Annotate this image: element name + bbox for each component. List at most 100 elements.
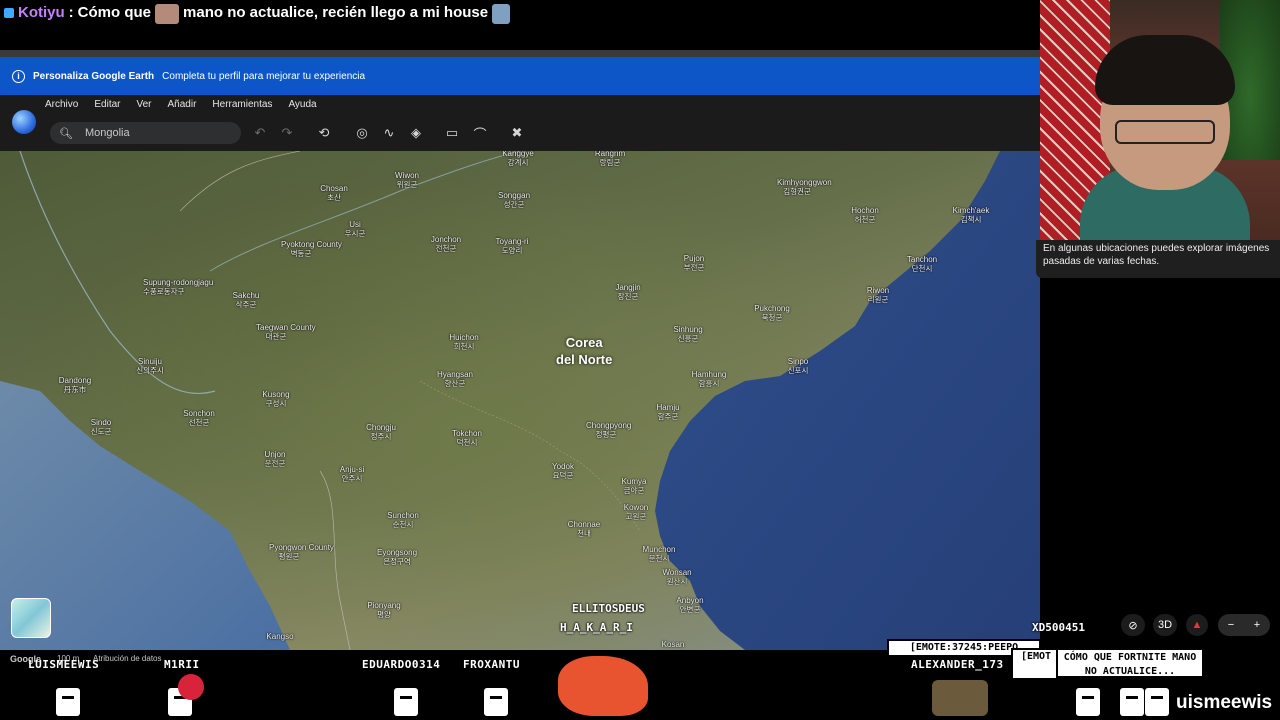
place-label: Toyang-ri 도양리 bbox=[492, 237, 532, 255]
place-label: Sinhung 신흥군 bbox=[668, 325, 708, 343]
map-layers-button[interactable] bbox=[11, 598, 51, 638]
place-name: Kusong bbox=[262, 390, 290, 399]
place-label: Chongju 정주시 bbox=[361, 423, 401, 441]
chat-message-top: Kotiyu : Cómo que mano no actualice, rec… bbox=[0, 0, 1040, 50]
chat-emote-icon bbox=[155, 4, 180, 24]
chart-icon[interactable]: ⌒ bbox=[469, 122, 491, 144]
place-name: Hamhung bbox=[691, 370, 727, 379]
place-label: Pukchong 북청군 bbox=[752, 304, 792, 322]
place-name-korean: 삭주군 bbox=[235, 300, 257, 309]
chat-name-1: LUISMEEWIS bbox=[28, 658, 100, 671]
place-label: Pionyang 평양 bbox=[364, 601, 404, 619]
chat-message-text-2: mano no actualice, recién llego a mi hou… bbox=[183, 4, 489, 21]
place-name: Wonsan bbox=[662, 568, 692, 577]
window-top-strip bbox=[0, 50, 1040, 57]
place-label: Sinuiju 신의주시 bbox=[130, 357, 170, 375]
place-label: Kusong 구성시 bbox=[256, 390, 296, 408]
place-name: Toyang-ri bbox=[495, 237, 529, 246]
search-box[interactable]: 🔍︎ bbox=[50, 122, 241, 144]
place-name: Chonnae bbox=[567, 520, 601, 529]
3d-toggle-button[interactable]: 3D bbox=[1153, 614, 1177, 636]
visibility-toggle-icon[interactable]: ⊘ bbox=[1121, 614, 1145, 636]
place-name: Chosan bbox=[320, 184, 348, 193]
chat-name-8: ALEXANDER_173 bbox=[911, 658, 1004, 671]
chat-avatar bbox=[394, 688, 418, 716]
place-name: Pyoktong County bbox=[281, 240, 342, 249]
historical-imagery-tooltip: En algunas ubicaciones puedes explorar i… bbox=[1036, 240, 1280, 278]
menu-herramientas[interactable]: Herramientas bbox=[212, 99, 272, 110]
place-label: Songgan 성간군 bbox=[494, 191, 534, 209]
place-name-korean: 성간군 bbox=[503, 200, 525, 209]
layers-add-icon[interactable]: ◈ bbox=[405, 122, 427, 144]
menu-anadir[interactable]: Añadir bbox=[168, 99, 197, 110]
place-name-korean: 수풍로동자구 bbox=[143, 287, 185, 296]
compass-icon[interactable]: ▲ bbox=[1186, 614, 1208, 636]
place-name: Chongju bbox=[366, 423, 396, 432]
zoom-in-icon[interactable]: + bbox=[1254, 619, 1260, 631]
dragon-emote-icon bbox=[558, 656, 648, 716]
ruler-icon[interactable]: ▭ bbox=[441, 122, 463, 144]
place-label: Kanggye 강계시 bbox=[498, 151, 538, 167]
place-name-korean: 순천시 bbox=[392, 520, 414, 529]
chat-avatar bbox=[1120, 688, 1144, 716]
chat-name-6: H_A_K_A_R_I bbox=[560, 621, 633, 634]
place-name: Sindo bbox=[90, 418, 112, 427]
place-name: Riwon bbox=[866, 286, 890, 295]
place-label: Hyangsan 향산군 bbox=[435, 370, 475, 388]
google-earth-logo-icon[interactable] bbox=[12, 110, 36, 134]
menu-archivo[interactable]: Archivo bbox=[45, 99, 78, 110]
history-icon[interactable]: ⟲ bbox=[313, 122, 335, 144]
place-name-korean: 신포시 bbox=[787, 366, 809, 375]
search-input[interactable] bbox=[82, 126, 227, 140]
place-name: Eyongsong bbox=[377, 548, 418, 557]
place-label: Huichon 희천시 bbox=[444, 333, 484, 351]
banner-title[interactable]: Personaliza Google Earth bbox=[33, 71, 154, 82]
satellite-icon[interactable]: ✖ bbox=[506, 122, 528, 144]
redo-icon[interactable]: ↷ bbox=[276, 122, 298, 144]
cam-glasses bbox=[1115, 120, 1215, 144]
chat-speech-bubble: CÓMO QUE FORTNITE MANO NO ACTUALICE... bbox=[1056, 648, 1204, 678]
place-name: Sonchon bbox=[183, 409, 215, 418]
place-name-korean: 구성시 bbox=[265, 399, 287, 408]
place-label: Sonchon 선천군 bbox=[179, 409, 219, 427]
webcam-overlay bbox=[1040, 0, 1280, 240]
place-name: Sinhung bbox=[673, 325, 703, 334]
place-name-korean: 신흥군 bbox=[677, 334, 699, 343]
zoom-controls[interactable]: − + bbox=[1218, 614, 1270, 636]
path-icon[interactable]: ∿ bbox=[378, 122, 400, 144]
menu-editar[interactable]: Editar bbox=[94, 99, 120, 110]
country-label-line2: del Norte bbox=[556, 352, 613, 367]
place-name: Kangso bbox=[266, 632, 294, 641]
place-label: Kimhyonggwon 김형권군 bbox=[777, 178, 832, 196]
place-label: Anju-si 안주시 bbox=[332, 465, 372, 483]
menu-bar: Archivo Editar Ver Añadir Herramientas A… bbox=[45, 99, 333, 110]
place-label: Sakchu 삭주군 bbox=[226, 291, 266, 309]
pin-icon[interactable]: ◎ bbox=[351, 122, 373, 144]
place-name-korean: 함주군 bbox=[657, 412, 679, 421]
place-name: Sinuiju bbox=[137, 357, 162, 366]
undo-icon[interactable]: ↶ bbox=[249, 122, 271, 144]
zoom-out-icon[interactable]: − bbox=[1228, 619, 1234, 631]
place-label: Pyongwon County 평원군 bbox=[269, 543, 334, 561]
info-banner[interactable]: i Personaliza Google Earth Completa tu p… bbox=[0, 57, 1040, 95]
place-name-korean: 운전군 bbox=[264, 459, 286, 468]
place-name-korean: 원산시 bbox=[666, 577, 688, 586]
search-icon: 🔍︎ bbox=[59, 127, 73, 140]
place-name: Hochon bbox=[851, 206, 879, 215]
chat-avatar bbox=[56, 688, 80, 716]
place-label: Pujon 부전군 bbox=[674, 254, 714, 272]
place-name-korean: 우시군 bbox=[344, 229, 366, 238]
map-terrain bbox=[0, 151, 1040, 650]
place-label: Sinpo 신포시 bbox=[778, 357, 818, 375]
place-name: Jonchon bbox=[430, 235, 462, 244]
google-earth-toolbar: Archivo Editar Ver Añadir Herramientas A… bbox=[0, 95, 1040, 151]
data-attribution-link[interactable]: Atribución de datos bbox=[93, 654, 162, 663]
map-view[interactable]: Corea del Norte Kanggye 강계시 Rangrim 랑림군 Chos… bbox=[0, 151, 1040, 650]
menu-ayuda[interactable]: Ayuda bbox=[288, 99, 316, 110]
place-label: Chongpyong 정평군 bbox=[586, 421, 631, 439]
place-label: Supung-rodongjagu 수풍로동자구 bbox=[143, 278, 213, 296]
menu-ver[interactable]: Ver bbox=[136, 99, 151, 110]
place-name-korean: 함흥시 bbox=[698, 379, 720, 388]
place-label: Taegwan County 대관군 bbox=[256, 323, 316, 341]
place-name: Hamju bbox=[656, 403, 680, 412]
